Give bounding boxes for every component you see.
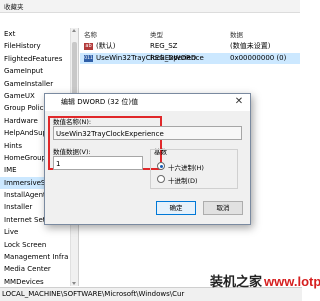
values-header: 名称 类型 数据 (80, 28, 300, 39)
column-header-type[interactable]: 类型 (150, 29, 163, 39)
tree-item[interactable]: Management Infra (0, 251, 78, 263)
column-header-data[interactable]: 数据 (230, 29, 243, 39)
tree-item[interactable]: GameInstaller (0, 78, 78, 90)
dword-value-icon: 011 (84, 54, 93, 62)
tree-item[interactable]: Live (0, 226, 78, 238)
dialog-title: 编辑 DWORD (32 位)值 (61, 98, 139, 106)
cancel-button[interactable]: 取消 (203, 201, 243, 215)
dec-radio-label[interactable]: 十进制(D) (168, 175, 198, 185)
value-row-default[interactable]: ab (默认) REG_SZ (数值未设置) (80, 41, 300, 52)
column-header-name[interactable]: 名称 (84, 29, 97, 39)
scroll-down-arrow-icon[interactable] (72, 282, 76, 285)
dec-radio[interactable] (157, 175, 165, 183)
tree-item[interactable]: MMDevices (0, 276, 78, 286)
tree-item[interactable]: FileHistory (0, 40, 78, 52)
string-value-icon: ab (84, 42, 93, 50)
value-data-label: 数值数据(V): (53, 148, 91, 156)
edit-dword-dialog: 编辑 DWORD (32 位)值 ✕ 数值名称(N): UseWin32Tray… (44, 93, 251, 225)
tree-item[interactable]: GameInput (0, 65, 78, 77)
value-data-cell: 0x00000000 (0) (230, 54, 287, 62)
tree-item[interactable]: Lock Screen (0, 239, 78, 251)
tree-item[interactable]: Media Center (0, 263, 78, 275)
tree-item[interactable]: FlightedFeatures (0, 53, 78, 65)
watermark: 装机之家 www.lotp (210, 274, 320, 290)
value-name-cell: ab (默认) (84, 42, 116, 50)
close-icon[interactable]: ✕ (232, 95, 246, 109)
hex-radio[interactable] (157, 162, 165, 170)
tree-item[interactable]: Ext (0, 28, 78, 40)
menu-bar: 收藏夹 (0, 0, 300, 13)
value-type-cell: REG_DWORD (150, 54, 197, 62)
hex-radio-label[interactable]: 十六进制(H) (168, 162, 204, 172)
value-type-cell: REG_SZ (150, 42, 178, 50)
scroll-up-arrow-icon[interactable] (72, 29, 76, 32)
menu-item-favorites[interactable]: 收藏夹 (0, 0, 28, 12)
value-row-usewin32trayclock[interactable]: 011 UseWin32TrayClockExperience REG_DWORD… (80, 53, 300, 64)
value-name-field[interactable]: UseWin32TrayClockExperience (53, 126, 242, 140)
dialog-title-bar: 编辑 DWORD (32 位)值 ✕ (45, 94, 250, 111)
value-data-input[interactable]: 1 (53, 156, 143, 170)
ok-button[interactable]: 确定 (156, 201, 196, 215)
value-name-label: 数值名称(N): (53, 118, 92, 126)
value-data-cell: (数值未设置) (230, 42, 271, 50)
